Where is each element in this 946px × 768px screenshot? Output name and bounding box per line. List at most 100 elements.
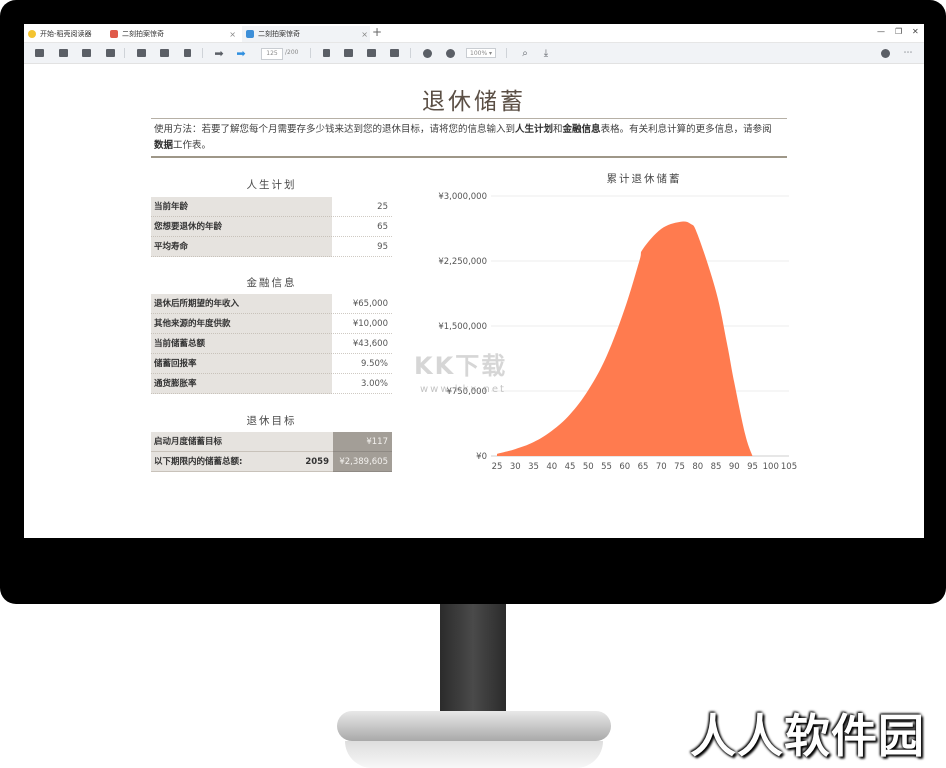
download-icon[interactable]: ⤓ <box>540 47 552 59</box>
rotate-icon[interactable] <box>388 47 400 59</box>
x-tick-label: 75 <box>674 462 685 472</box>
search-icon[interactable]: ⌕ <box>519 47 531 59</box>
page-number-input[interactable]: 125 <box>261 48 283 60</box>
close-window-button[interactable]: ✕ <box>912 27 919 36</box>
row-label: 您想要退休的年龄 <box>151 217 332 237</box>
restore-button[interactable]: ❐ <box>895 27 902 36</box>
zoom-in-icon[interactable] <box>444 47 456 59</box>
x-tick-label: 100 <box>763 462 779 472</box>
row-value: ¥2,389,605 <box>333 452 392 472</box>
x-tick-label: 85 <box>711 462 722 472</box>
instructions-bold: 数据 <box>154 140 174 151</box>
x-tick-label: 95 <box>747 462 758 472</box>
save-icon[interactable] <box>57 47 69 59</box>
zoom-out-icon[interactable] <box>421 47 433 59</box>
instructions-part: 工作表。 <box>173 140 212 151</box>
more-menu-icon[interactable]: ⋯ <box>902 47 914 59</box>
x-tick-label: 90 <box>729 462 740 472</box>
title-divider <box>151 118 787 119</box>
tab-bar: 开始-稻壳阅读器 二刻拍案惊奇 × 二刻拍案惊奇 × + — ❐ ✕ <box>24 24 924 43</box>
row-label: 当前年龄 <box>151 197 332 217</box>
table-row: 启动月度储蓄目标 ¥117 <box>151 432 392 452</box>
page-total: /200 <box>285 49 299 56</box>
arrow-left-icon[interactable]: ➡︎ <box>213 47 225 60</box>
x-tick-label: 60 <box>619 462 630 472</box>
y-tick-label: ¥2,250,000 <box>438 257 487 267</box>
table-row: 以下期限内的储蓄总额: 2059 ¥2,389,605 <box>151 452 392 472</box>
instructions-bold: 金融信息 <box>562 124 601 135</box>
row-value[interactable]: 65 <box>333 217 392 237</box>
tab-start[interactable]: 开始-稻壳阅读器 <box>28 26 106 42</box>
outline-icon[interactable] <box>135 47 147 59</box>
retirement-goal-title: 退休目标 <box>246 415 297 427</box>
pdf-file-icon <box>110 30 118 38</box>
close-tab-icon[interactable]: × <box>229 30 236 39</box>
life-plan-title: 人生计划 <box>246 179 297 191</box>
row-value[interactable]: ¥43,600 <box>333 334 392 354</box>
row-value[interactable]: ¥65,000 <box>333 294 392 314</box>
stand-reflection <box>345 741 603 768</box>
row-value[interactable]: 9.50% <box>333 354 392 374</box>
table-row: 当前储蓄总额 ¥43,600 <box>151 334 392 354</box>
instructions-part: 使用方法：若要了解您每个月需要存多少钱来达到您的退休目标，请将您的信息输入到 <box>154 124 516 135</box>
toolbar-divider <box>410 48 411 58</box>
thumbnail-icon[interactable] <box>158 47 170 59</box>
row-value[interactable]: ¥10,000 <box>333 314 392 334</box>
instructions-part: 表格。有关利息计算的更多信息，请参阅 <box>600 124 772 135</box>
y-tick-label: ¥3,000,000 <box>438 192 487 202</box>
screen: 开始-稻壳阅读器 二刻拍案惊奇 × 二刻拍案惊奇 × + — ❐ ✕ ➡︎ ➡ … <box>24 24 924 538</box>
double-page-icon[interactable] <box>342 47 354 59</box>
monitor-bezel: 开始-稻壳阅读器 二刻拍案惊奇 × 二刻拍案惊奇 × + — ❐ ✕ ➡︎ ➡ … <box>0 0 946 604</box>
tab-label: 开始-稻壳阅读器 <box>40 30 92 38</box>
app-logo-icon <box>28 30 36 38</box>
minimize-button[interactable]: — <box>877 27 885 36</box>
open-folder-icon[interactable] <box>33 47 45 59</box>
y-tick-label: ¥0 <box>476 452 487 462</box>
toolbar-divider <box>506 48 507 58</box>
document-page: 退休储蓄 使用方法：若要了解您每个月需要存多少钱来达到您的退休目标，请将您的信息… <box>24 64 924 538</box>
save-as-icon[interactable] <box>104 47 116 59</box>
single-page-icon[interactable] <box>320 47 332 59</box>
y-tick-label: ¥1,500,000 <box>438 322 487 332</box>
x-tick-label: 65 <box>638 462 649 472</box>
bookmark-icon[interactable] <box>181 47 193 59</box>
row-value[interactable]: 95 <box>333 237 392 257</box>
x-tick-label: 25 <box>492 462 503 472</box>
row-value[interactable]: 25 <box>333 197 392 217</box>
user-avatar-icon[interactable] <box>879 47 891 59</box>
row-label: 平均寿命 <box>151 237 332 257</box>
row-label: 以下期限内的储蓄总额: <box>151 452 253 472</box>
toolbar: ➡︎ ➡ 125 /200 100% ▾ ⌕ ⤓ ⋯ <box>24 43 924 64</box>
x-tick-label: 50 <box>583 462 594 472</box>
instructions-part: 和 <box>553 124 563 135</box>
financial-info-title: 金融信息 <box>246 277 297 289</box>
tab-document-1[interactable]: 二刻拍案惊奇 × <box>110 26 238 42</box>
new-tab-button[interactable]: + <box>372 25 382 39</box>
row-label: 其他来源的年度供款 <box>151 314 332 334</box>
watermark-url: www.kkx.net <box>420 384 506 395</box>
close-tab-icon[interactable]: × <box>361 30 368 39</box>
zoom-select[interactable]: 100% ▾ <box>466 48 496 58</box>
print-icon[interactable] <box>80 47 92 59</box>
arrow-right-icon[interactable]: ➡ <box>235 47 247 60</box>
monitor-stand-base <box>337 711 611 741</box>
x-tick-label: 55 <box>601 462 612 472</box>
table-row: 其他来源的年度供款 ¥10,000 <box>151 314 392 334</box>
table-row: 退休后所期望的年收入 ¥65,000 <box>151 294 392 314</box>
x-tick-label: 80 <box>692 462 703 472</box>
fit-page-icon[interactable] <box>365 47 377 59</box>
row-value: ¥117 <box>333 432 392 452</box>
row-value[interactable]: 3.00% <box>333 374 392 394</box>
table-row: 当前年龄 25 <box>151 197 392 217</box>
word-file-icon <box>246 30 254 38</box>
x-tick-label: 35 <box>528 462 539 472</box>
row-label: 储蓄回报率 <box>151 354 332 374</box>
x-tick-label: 40 <box>546 462 557 472</box>
x-tick-label: 105 <box>781 462 797 472</box>
tab-label: 二刻拍案惊奇 <box>122 30 164 38</box>
tab-document-2[interactable]: 二刻拍案惊奇 × <box>242 26 370 42</box>
monitor-stand-neck <box>440 604 506 714</box>
brand-watermark: 人人软件园 <box>690 709 925 763</box>
row-label: 启动月度储蓄目标 <box>151 432 333 452</box>
tab-label: 二刻拍案惊奇 <box>258 30 300 38</box>
